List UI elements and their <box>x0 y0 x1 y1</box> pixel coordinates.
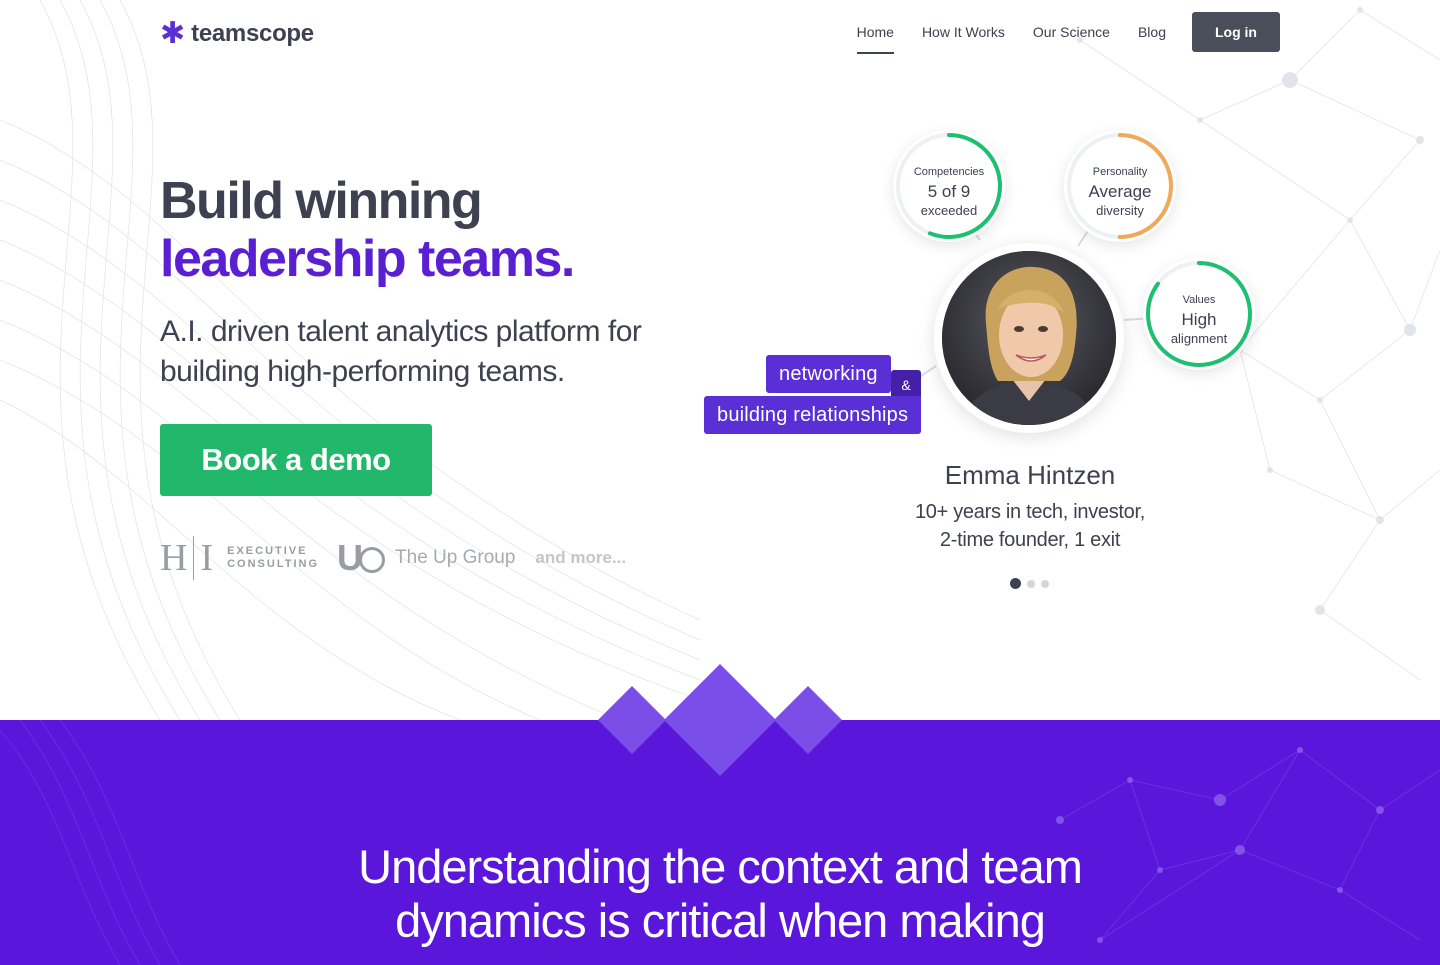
main-nav: Home How It Works Our Science Blog Log i… <box>843 12 1280 54</box>
profile-showcase: Competencies 5 of 9 exceeded Personality… <box>700 120 1300 600</box>
brand-name: teamscope <box>191 20 314 47</box>
person-avatar <box>934 243 1124 433</box>
nav-our-science[interactable]: Our Science <box>1019 12 1124 52</box>
values-label: Values <box>1182 294 1216 306</box>
up-group-logo: U The Up Group <box>337 537 515 579</box>
competencies-detail: exceeded <box>920 203 978 218</box>
nav-home[interactable]: Home <box>843 12 908 54</box>
hi-letter-i: I <box>200 537 214 579</box>
carousel-dot-1[interactable] <box>1010 578 1021 589</box>
person-description: 10+ years in tech, investor, 2-time foun… <box>875 498 1185 554</box>
asterisk-icon: ✱ <box>160 17 186 50</box>
statement-line1: Understanding the context and team <box>358 840 1083 893</box>
context-statement: Understanding the context and team dynam… <box>0 840 1440 948</box>
up-circle-icon <box>359 547 386 573</box>
client-logos: H I EXECUTIVE CONSULTING U The Up Group … <box>160 534 626 582</box>
hero-title: Build winning leadership teams. <box>160 172 575 288</box>
site-header: ✱ teamscope Home How It Works Our Scienc… <box>0 0 1440 70</box>
hi-executive-logo: H I EXECUTIVE CONSULTING <box>160 536 319 580</box>
hero-title-line1: Build winning <box>160 172 483 230</box>
hi-text-line1: EXECUTIVE <box>227 545 308 557</box>
carousel-dots <box>1010 578 1049 589</box>
section-diamonds <box>598 664 842 776</box>
personality-detail: diversity <box>1096 203 1144 218</box>
person-photo <box>942 251 1116 425</box>
skill-tag-networking: networking <box>766 355 891 393</box>
competencies-value: 5 of 9 <box>927 182 971 201</box>
login-button[interactable]: Log in <box>1192 12 1280 52</box>
skill-tag-relationships: building relationships <box>704 396 922 434</box>
carousel-dot-2[interactable] <box>1027 579 1035 588</box>
values-bubble[interactable]: Values High alignment <box>1143 258 1255 370</box>
person-name: Emma Hintzen <box>944 460 1116 490</box>
values-detail: alignment <box>1170 331 1228 346</box>
book-demo-button[interactable]: Book a demo <box>160 424 432 496</box>
hi-letter-h: H <box>160 537 188 579</box>
competencies-bubble[interactable]: Competencies 5 of 9 exceeded <box>893 130 1005 242</box>
person-desc-line2: 2-time founder, 1 exit <box>939 529 1121 551</box>
nav-blog[interactable]: Blog <box>1124 12 1180 52</box>
hero-subtitle: A.I. driven talent analytics platform fo… <box>160 315 642 388</box>
competencies-label: Competencies <box>913 166 985 178</box>
personality-label: Personality <box>1092 166 1148 178</box>
personality-bubble[interactable]: Personality Average diversity <box>1064 130 1176 242</box>
up-group-name: The Up Group <box>395 547 516 568</box>
hero-title-line2: leadership teams. <box>160 230 575 288</box>
carousel-dot-3[interactable] <box>1041 579 1049 588</box>
hi-divider <box>193 536 195 580</box>
nav-how-it-works[interactable]: How It Works <box>908 12 1019 52</box>
hi-text-line2: CONSULTING <box>227 558 320 570</box>
more-clients-label: and more... <box>535 548 627 567</box>
values-value: High <box>1181 310 1217 329</box>
statement-line2: dynamics is critical when making <box>395 894 1046 947</box>
person-desc-line1: 10+ years in tech, investor, <box>914 501 1146 523</box>
brand-logo[interactable]: ✱ teamscope <box>160 17 314 50</box>
personality-value: Average <box>1088 182 1152 201</box>
